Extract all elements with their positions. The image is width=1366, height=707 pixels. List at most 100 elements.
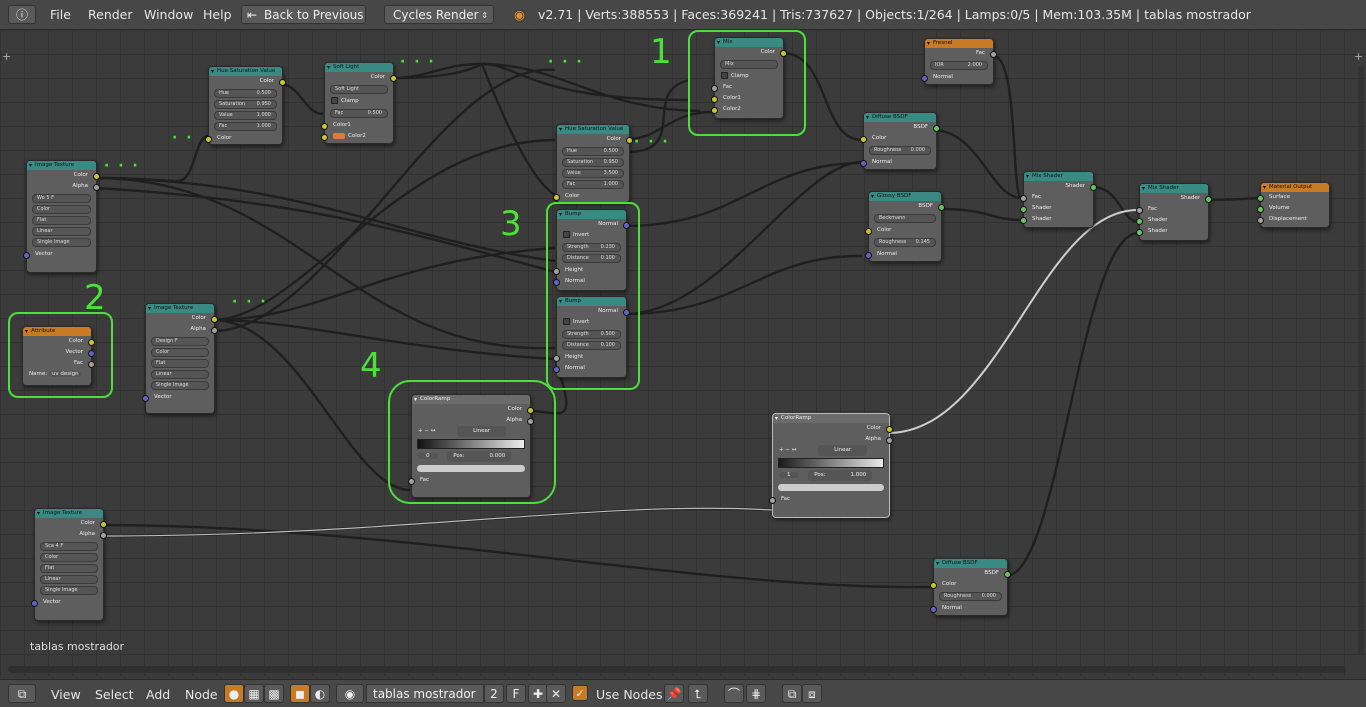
new-material-icon[interactable]: ✚ bbox=[528, 684, 548, 703]
color-ramp-node-1[interactable]: ColorRamp Color Alpha + − ↔ Linear 0 Pos… bbox=[408, 394, 534, 498]
socket-dot[interactable] bbox=[860, 136, 867, 143]
flip-icon[interactable]: ↔ bbox=[431, 428, 436, 434]
image-select[interactable]: Sca 4 F bbox=[40, 542, 98, 551]
saturation-field[interactable]: Saturation 0.950 bbox=[562, 158, 624, 167]
socket-dot[interactable] bbox=[553, 268, 560, 275]
saturation-field[interactable]: Saturation 0.950 bbox=[214, 100, 277, 109]
clamp-checkbox[interactable]: Clamp bbox=[715, 71, 783, 82]
image-texture-node-2[interactable]: Image Texture Color Alpha Design F Color… bbox=[142, 303, 218, 414]
checkbox-box[interactable] bbox=[563, 231, 570, 238]
interpolation-select[interactable]: Linear bbox=[151, 370, 209, 379]
copy-nodes-icon[interactable]: ⧉ bbox=[782, 684, 802, 703]
socket-dot[interactable] bbox=[553, 355, 560, 362]
strength-field[interactable]: Strength 0.230 bbox=[562, 243, 621, 252]
checkbox-box[interactable] bbox=[331, 97, 338, 104]
material-users-count[interactable]: 2 bbox=[484, 684, 504, 703]
distance-field[interactable]: Distance 0.100 bbox=[562, 254, 621, 263]
color-space-select[interactable]: Color bbox=[151, 348, 209, 357]
socket-dot[interactable] bbox=[780, 50, 787, 57]
socket-dot[interactable] bbox=[1020, 195, 1027, 202]
blend-mode-select[interactable]: Soft Light bbox=[330, 85, 388, 94]
editor-type-node-icon[interactable]: ⧉ bbox=[8, 684, 36, 703]
editor-type-info-icon[interactable]: ⓘ bbox=[8, 5, 36, 24]
stop-index-field[interactable]: 1 bbox=[779, 472, 799, 478]
socket-dot[interactable] bbox=[930, 582, 937, 589]
hue-saturation-value-node-2[interactable]: Hue Saturation Value Color Hue 0.500 Satu… bbox=[553, 124, 633, 203]
stop-color-swatch[interactable] bbox=[417, 465, 525, 472]
fake-user-button[interactable]: F bbox=[60, 543, 63, 549]
socket-dot[interactable] bbox=[279, 79, 286, 86]
add-stop-icon[interactable]: + bbox=[779, 447, 784, 453]
socket-dot[interactable] bbox=[865, 252, 872, 259]
image-select[interactable]: Design F bbox=[151, 337, 209, 346]
color-space-select[interactable]: Color bbox=[32, 205, 91, 214]
socket-dot[interactable] bbox=[1257, 195, 1264, 202]
soft-light-node[interactable]: Soft Light Color Soft Light Clamp Fac 0.5… bbox=[321, 62, 397, 144]
render-engine-select[interactable]: Cycles Render ⇕ bbox=[384, 5, 494, 24]
roughness-field[interactable]: Roughness 0.000 bbox=[869, 146, 931, 155]
menu-add[interactable]: Add bbox=[146, 687, 170, 702]
mix-shader-node-1[interactable]: Mix Shader Shader Fac Shader Shader bbox=[1020, 171, 1097, 228]
socket-dot[interactable] bbox=[553, 366, 560, 373]
horizontal-scrollbar[interactable] bbox=[8, 666, 1346, 673]
position-field[interactable]: Pos: 1.000 bbox=[808, 470, 873, 481]
socket-dot[interactable] bbox=[390, 75, 397, 82]
socket-dot[interactable] bbox=[100, 521, 107, 528]
socket-dot[interactable] bbox=[623, 309, 630, 316]
mix-node[interactable]: Mix Color Mix Clamp Fac Color1 Color2 bbox=[711, 37, 787, 119]
material-browse-icon[interactable]: ◉ bbox=[336, 684, 364, 703]
socket-dot[interactable] bbox=[142, 395, 149, 402]
clamp-checkbox[interactable]: Clamp bbox=[325, 96, 393, 107]
socket-dot[interactable] bbox=[623, 222, 630, 229]
paste-nodes-icon[interactable]: ⧈ bbox=[802, 684, 822, 703]
use-nodes-checkbox[interactable]: ✓ bbox=[572, 685, 588, 701]
socket-dot[interactable] bbox=[31, 600, 38, 607]
socket-dot[interactable] bbox=[921, 75, 928, 82]
stop-index-field[interactable]: 0 bbox=[418, 453, 438, 459]
ior-field[interactable]: IOR 2.000 bbox=[930, 61, 988, 70]
unlink-material-icon[interactable]: ✕ bbox=[546, 684, 566, 703]
position-field[interactable]: Pos: 0.000 bbox=[447, 451, 512, 462]
go-to-parent-icon[interactable]: ⮤ bbox=[688, 684, 708, 703]
texture-nodes-icon[interactable]: ▩ bbox=[264, 684, 284, 703]
socket-dot[interactable] bbox=[205, 136, 212, 143]
node-editor-canvas[interactable]: Image Texture Color Alpha Wo 5 F Color F… bbox=[0, 30, 1366, 676]
socket-dot[interactable] bbox=[938, 204, 945, 211]
invert-checkbox[interactable]: Invert bbox=[557, 230, 626, 241]
flip-icon[interactable]: ↔ bbox=[792, 447, 797, 453]
socket-dot[interactable] bbox=[321, 134, 328, 141]
source-select[interactable]: Single Image bbox=[32, 238, 91, 247]
socket-dot[interactable] bbox=[626, 137, 633, 144]
socket-dot[interactable] bbox=[886, 426, 893, 433]
socket-dot[interactable] bbox=[23, 252, 30, 259]
world-shader-icon[interactable]: ◐ bbox=[310, 684, 330, 703]
socket-dot[interactable] bbox=[1136, 207, 1143, 214]
color-ramp-gradient[interactable] bbox=[778, 458, 884, 468]
socket-dot[interactable] bbox=[711, 96, 718, 103]
socket-dot[interactable] bbox=[88, 361, 95, 368]
snap-icon[interactable]: ⌒ bbox=[724, 684, 744, 703]
glossy-bsdf-node[interactable]: Glossy BSDF BSDF Beckmann Color Roughnes… bbox=[865, 191, 945, 262]
menu-file[interactable]: File bbox=[50, 7, 71, 22]
socket-dot[interactable] bbox=[1257, 217, 1264, 224]
socket-dot[interactable] bbox=[769, 497, 776, 504]
image-select[interactable]: Wo 5 F bbox=[32, 194, 91, 203]
attribute-name-field[interactable]: uv design bbox=[48, 371, 82, 377]
socket-dot[interactable] bbox=[1257, 206, 1264, 213]
distance-field[interactable]: Distance 0.100 bbox=[562, 341, 621, 350]
left-region-plus-icon[interactable]: + bbox=[2, 50, 11, 63]
image-texture-node-3[interactable]: Image Texture Color Alpha Sca 4 F Color … bbox=[31, 508, 107, 621]
socket-dot[interactable] bbox=[93, 184, 100, 191]
menu-select[interactable]: Select bbox=[95, 687, 134, 702]
blend-mode-select[interactable]: Mix bbox=[720, 60, 778, 69]
fake-user-button[interactable]: F bbox=[506, 684, 526, 703]
color-ramp-gradient[interactable] bbox=[417, 439, 525, 449]
socket-dot[interactable] bbox=[553, 279, 560, 286]
value-field[interactable]: Value 1.000 bbox=[214, 111, 277, 120]
socket-dot[interactable] bbox=[527, 418, 534, 425]
menu-window[interactable]: Window bbox=[144, 7, 193, 22]
remove-stop-icon[interactable]: − bbox=[424, 428, 429, 434]
socket-dot[interactable] bbox=[886, 437, 893, 444]
menu-render[interactable]: Render bbox=[88, 7, 133, 22]
source-select[interactable]: Single Image bbox=[40, 586, 98, 595]
